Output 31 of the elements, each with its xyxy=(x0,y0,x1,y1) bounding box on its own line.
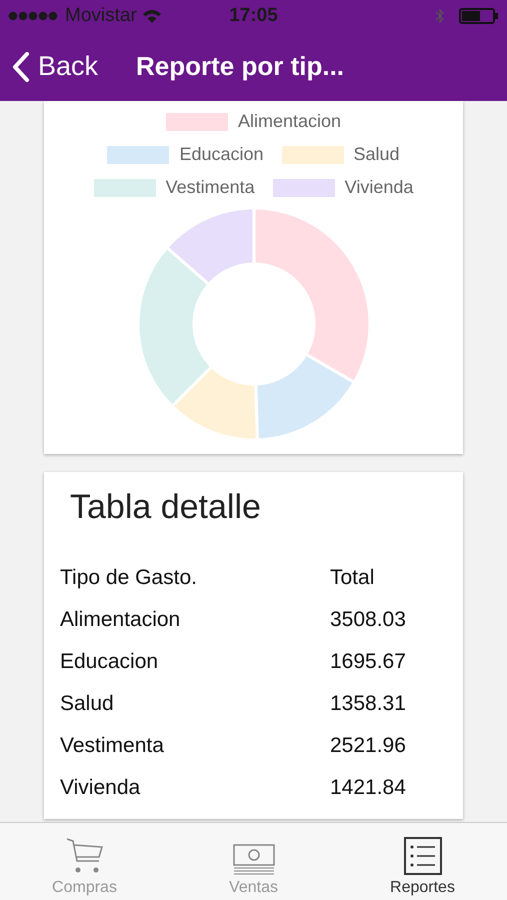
card-title: Tabla detalle xyxy=(69,488,262,527)
table-cell: 2521.96 xyxy=(330,734,406,758)
back-button[interactable]: Back xyxy=(0,51,98,82)
battery-icon xyxy=(459,8,499,24)
table-cell: 3508.03 xyxy=(330,608,406,632)
wifi-icon xyxy=(142,8,162,24)
screen-title: Reporte por tip... xyxy=(136,51,344,82)
bluetooth-icon xyxy=(435,7,445,25)
signal-icon xyxy=(8,11,60,21)
table-cell: 1421.84 xyxy=(330,776,406,800)
legend-label: Educacion xyxy=(179,144,264,165)
banknote-icon xyxy=(232,843,276,875)
legend-label: Vestimenta xyxy=(166,177,255,198)
carrier-name: Movistar xyxy=(65,5,137,27)
table-cell-text: Salud xyxy=(60,692,115,716)
table-cell-text: Educacion xyxy=(60,650,160,674)
table-cell-text: Alimentacion xyxy=(60,608,182,632)
table-cell-text: Vestimenta xyxy=(60,734,165,758)
status-time: 17:05 xyxy=(228,5,279,27)
legend-label: Alimentacion xyxy=(238,111,342,132)
column-header: Tipo de Gasto. xyxy=(60,566,198,590)
table-cell: 1695.67 xyxy=(330,650,406,674)
table-cell: 1358.31 xyxy=(330,692,406,716)
legend-label: Salud xyxy=(354,144,400,165)
column-header: Total xyxy=(330,566,374,590)
tab[interactable]: Reportes xyxy=(338,823,507,900)
table-cell-text: Vivienda xyxy=(60,776,142,800)
cart-icon xyxy=(64,837,104,875)
list-icon xyxy=(404,837,442,875)
chevron-left-icon xyxy=(12,52,30,82)
legend-label: Vivienda xyxy=(344,177,414,198)
